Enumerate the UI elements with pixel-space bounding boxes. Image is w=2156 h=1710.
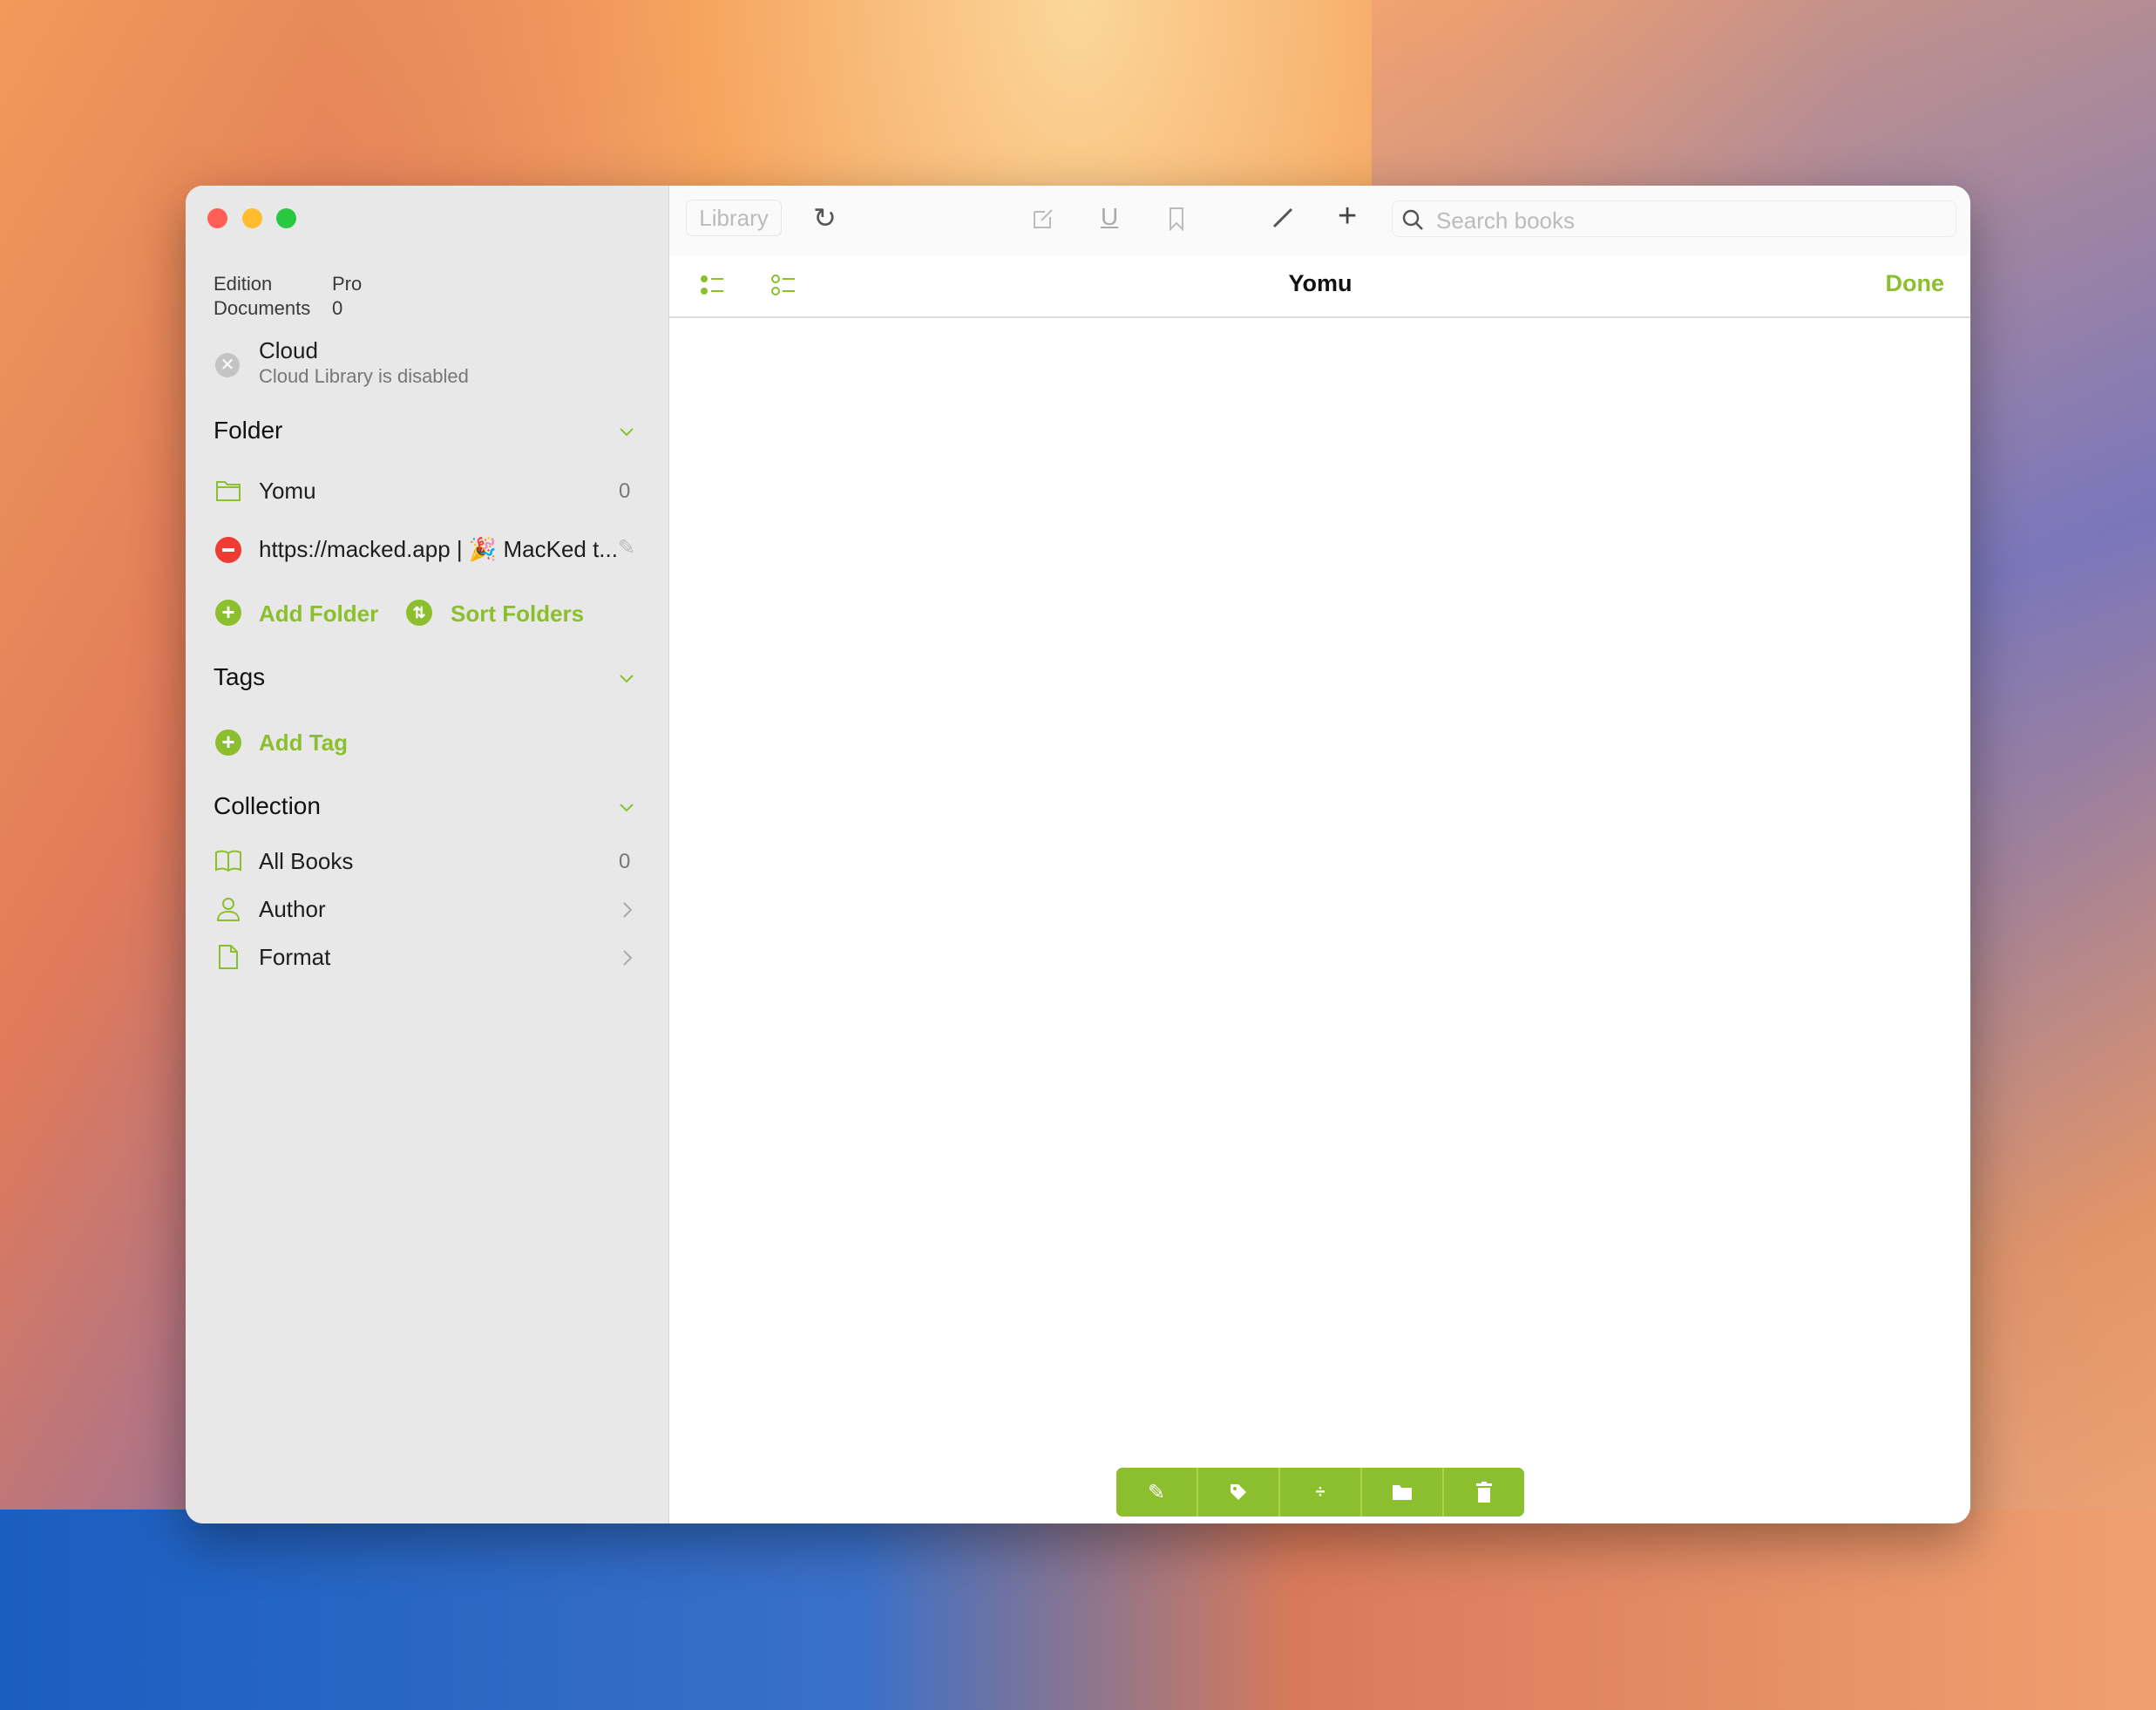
underline-icon[interactable]: U — [1101, 203, 1118, 231]
close-button[interactable] — [207, 208, 227, 228]
sidebar: Edition Pro Documents 0 ✕ Cloud Cloud Li… — [186, 186, 669, 1523]
add-icon[interactable]: + — [1338, 198, 1357, 235]
folder-header: Folder — [214, 417, 283, 444]
collection-name: All Books — [259, 848, 354, 874]
cloud-title: Cloud — [259, 337, 318, 363]
collection-author[interactable]: Author — [186, 892, 669, 928]
done-button[interactable]: Done — [1886, 270, 1945, 297]
compose-icon[interactable] — [1031, 207, 1055, 231]
folder-count: 0 — [619, 479, 631, 503]
collection-all-books[interactable]: All Books 0 — [186, 844, 669, 880]
collection-name: Author — [259, 896, 326, 922]
pencil-icon: ✎ — [1147, 1480, 1166, 1504]
sort-folders-button[interactable]: Sort Folders — [451, 601, 584, 628]
folder-name: https://macked.app | 🎉 MacKed t... — [259, 536, 618, 562]
add-folder-button[interactable]: Add Folder — [259, 601, 378, 628]
search-icon — [1402, 209, 1423, 230]
chevron-down-icon[interactable] — [618, 423, 635, 440]
split-icon: ÷ — [1315, 1482, 1325, 1502]
chevron-right-icon — [623, 902, 633, 918]
trash-icon — [1476, 1482, 1492, 1503]
pen-icon[interactable] — [1271, 207, 1294, 229]
chevron-right-icon — [623, 950, 633, 966]
edit-button[interactable]: ✎ — [1116, 1468, 1197, 1517]
app-window: Edition Pro Documents 0 ✕ Cloud Cloud Li… — [186, 186, 1970, 1523]
book-icon — [215, 850, 241, 872]
add-folder-icon: + — [215, 600, 241, 626]
documents-value: 0 — [332, 297, 343, 319]
add-tag-icon: + — [215, 729, 241, 756]
folder-icon — [216, 481, 241, 501]
cloud-disabled-icon: ✕ — [215, 353, 240, 377]
collection-count: 0 — [619, 850, 631, 873]
folder-button[interactable] — [1360, 1468, 1442, 1517]
zoom-button[interactable] — [276, 208, 296, 228]
add-tag-button[interactable]: Add Tag — [259, 729, 348, 757]
folder-item-yomu[interactable]: Yomu 0 — [186, 473, 669, 510]
tag-icon — [1231, 1484, 1246, 1500]
chevron-down-icon[interactable] — [618, 669, 635, 687]
folder-item-macked[interactable]: https://macked.app | 🎉 MacKed t... ✎ — [186, 532, 669, 568]
collection-name: Format — [259, 944, 331, 970]
documents-label: Documents — [214, 297, 311, 319]
sort-icon: ⇅ — [406, 600, 432, 626]
tag-button[interactable] — [1197, 1468, 1278, 1517]
select-all-icon[interactable] — [700, 273, 726, 297]
document-icon — [219, 945, 238, 969]
pencil-icon[interactable]: ✎ — [618, 535, 635, 560]
page-title: Yomu — [1288, 270, 1353, 296]
search-placeholder: Search books — [1436, 207, 1575, 234]
move-button[interactable]: ÷ — [1278, 1468, 1360, 1517]
delete-button[interactable] — [1442, 1468, 1524, 1517]
cloud-status: Cloud Library is disabled — [259, 365, 469, 387]
edition-label: Edition — [214, 273, 273, 295]
folder-name: Yomu — [259, 478, 316, 504]
action-bar: ✎ ÷ — [1116, 1468, 1524, 1517]
deselect-all-icon[interactable] — [771, 273, 797, 297]
person-icon — [216, 898, 241, 921]
remove-icon[interactable] — [215, 537, 241, 563]
tags-header: Tags — [214, 663, 266, 690]
folder-icon — [1393, 1485, 1412, 1500]
refresh-icon[interactable]: ↻ — [813, 201, 837, 234]
chevron-down-icon[interactable] — [618, 798, 635, 816]
bookmark-icon[interactable] — [1168, 207, 1185, 231]
minimize-button[interactable] — [242, 208, 262, 228]
search-input[interactable]: Search books — [1392, 200, 1956, 237]
edition-value: Pro — [332, 273, 363, 295]
collection-format[interactable]: Format — [186, 940, 669, 976]
collection-header: Collection — [214, 792, 321, 819]
library-button[interactable]: Library — [686, 200, 782, 236]
